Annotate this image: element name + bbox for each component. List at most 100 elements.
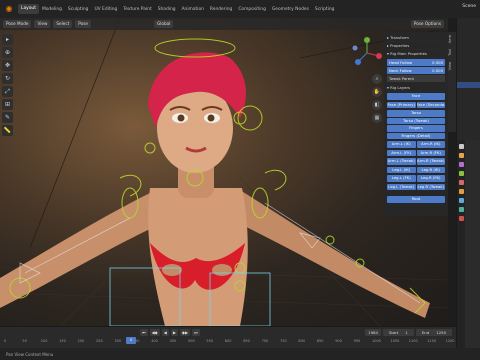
- play-icon[interactable]: ▶: [170, 329, 178, 336]
- tool-properties-icon[interactable]: [458, 144, 464, 149]
- sidebar-tabs: Item Tool View: [448, 32, 456, 132]
- tab-scripting[interactable]: Scripting: [312, 7, 338, 12]
- rig-main-properties-section[interactable]: ▾ Rig Main Properties: [387, 50, 445, 58]
- tab-layout[interactable]: Layout: [18, 4, 39, 14]
- tab-sculpting[interactable]: Sculpting: [65, 7, 92, 12]
- rig-layer-button[interactable]: Leg.L (FK): [387, 175, 416, 182]
- pan-icon[interactable]: ✋: [372, 87, 382, 97]
- pose-menu[interactable]: Pose: [75, 20, 91, 28]
- select-tool-icon[interactable]: ▸: [2, 34, 13, 45]
- timeline-ruler[interactable]: 0 50 100 150 200 250 300 350 400 450 500 550 600 650 7…: [0, 338, 456, 347]
- selected-outliner-row[interactable]: [457, 82, 480, 88]
- measure-tool-icon[interactable]: 📏: [2, 125, 13, 136]
- rig-layer-button[interactable]: Arm.R (IK): [416, 141, 445, 148]
- viewport-header: Pose Mode View Select Pose Global Pose O…: [0, 18, 448, 30]
- world-properties-icon[interactable]: [458, 180, 464, 185]
- zoom-icon[interactable]: ⌕: [372, 74, 382, 84]
- render-properties-icon[interactable]: [458, 153, 464, 158]
- object-properties-icon[interactable]: [458, 189, 464, 194]
- timeline-editor[interactable]: ⏮ ◀◆ ◀ ▶ ◆▶ ⏭ 1984 Start 1 End 1250 0 50 1…: [0, 326, 456, 348]
- rig-layer-button[interactable]: Root: [387, 196, 445, 203]
- rig-layer-button[interactable]: Leg.L (Tweak): [387, 183, 416, 190]
- tab-geometry-nodes[interactable]: Geometry Nodes: [269, 7, 312, 12]
- transform-tool-icon[interactable]: ⊞: [2, 99, 13, 110]
- rig-layer-button[interactable]: Arm.L (FK): [387, 149, 416, 156]
- navigation-gizmo[interactable]: [350, 36, 384, 70]
- prev-keyframe-icon[interactable]: ◀◆: [149, 329, 160, 336]
- ruler-tick: 50: [22, 339, 27, 343]
- next-keyframe-icon[interactable]: ◆▶: [179, 329, 191, 336]
- rig-layer-button[interactable]: Arm.R (Tweak): [416, 158, 445, 165]
- rig-layer-button[interactable]: Face: [387, 93, 445, 100]
- rig-prop-row[interactable]: Neck Follow 0.000: [387, 67, 445, 74]
- tab-rendering[interactable]: Rendering: [207, 7, 235, 12]
- scene-selector[interactable]: Scene: [462, 4, 476, 9]
- rig-layer-button[interactable]: Leg.R (IK): [416, 166, 445, 173]
- output-properties-icon[interactable]: [458, 162, 464, 167]
- rig-layer-button[interactable]: Face (Primary): [387, 101, 416, 108]
- rig-layer-row: Torso: [387, 110, 445, 117]
- mode-selector[interactable]: Pose Mode: [3, 20, 32, 28]
- tab-compositing[interactable]: Compositing: [235, 7, 269, 12]
- rig-layer-button[interactable]: Torso (Tweak): [387, 117, 445, 124]
- camera-icon[interactable]: ◧: [372, 100, 382, 110]
- viewport-nav-buttons: ⌕ ✋ ◧ ▦: [372, 74, 382, 123]
- pose-options-button[interactable]: Pose Options: [410, 20, 444, 28]
- select-menu[interactable]: Select: [53, 20, 73, 28]
- rig-prop-row[interactable]: Tweak Parent: [387, 75, 445, 82]
- rig-layer-button[interactable]: Arm.R (FK): [416, 149, 445, 156]
- orientation-selector[interactable]: Global: [154, 20, 174, 28]
- sidebar-tab-view[interactable]: View: [448, 59, 452, 73]
- rig-layer-button[interactable]: Face (Seconda...: [416, 101, 445, 108]
- rig-layer-button[interactable]: Leg.R (Tweak): [416, 183, 445, 190]
- outliner[interactable]: [456, 18, 480, 140]
- current-frame-field[interactable]: 1984: [365, 329, 381, 336]
- rig-prop-label: Tweak Parent: [389, 76, 415, 81]
- ruler-tick: 1050: [390, 339, 400, 343]
- jump-end-icon[interactable]: ⏭: [192, 329, 200, 336]
- rig-layer-button[interactable]: Fingers: [387, 125, 445, 132]
- tab-uv-editing[interactable]: UV Editing: [91, 7, 120, 12]
- blender-logo-icon[interactable]: ◉: [3, 3, 15, 15]
- transform-section[interactable]: ▸ Transform: [387, 34, 445, 42]
- tab-modeling[interactable]: Modeling: [39, 7, 65, 12]
- material-properties-icon[interactable]: [458, 216, 464, 221]
- start-frame-field[interactable]: Start 1: [382, 329, 414, 336]
- sidebar-panel: ▸ Transform ▸ Properties ▾ Rig Main Prop…: [384, 32, 448, 216]
- rig-layer-button[interactable]: Arm.L (Tweak): [387, 158, 416, 165]
- rig-prop-row[interactable]: Head Follow 0.500: [387, 59, 445, 66]
- jump-start-icon[interactable]: ⏮: [140, 329, 148, 336]
- rig-layer-button[interactable]: Fingers (Detail): [387, 132, 445, 139]
- modifier-properties-icon[interactable]: [458, 198, 464, 203]
- annotate-tool-icon[interactable]: ✎: [2, 112, 13, 123]
- cursor-tool-icon[interactable]: ⊕: [2, 47, 13, 58]
- rig-layers-section[interactable]: ▾ Rig Layers: [387, 84, 445, 92]
- ruler-tick: 1200: [445, 339, 455, 343]
- sidebar-tab-tool[interactable]: Tool: [448, 46, 452, 59]
- rig-layer-button[interactable]: Leg.L (IK): [387, 166, 416, 173]
- rig-prop-label: Head Follow: [389, 60, 413, 65]
- rig-layer-button[interactable]: Arm.L (IK): [387, 141, 416, 148]
- scale-tool-icon[interactable]: ⤢: [2, 86, 13, 97]
- ruler-tick: 400: [151, 339, 158, 343]
- play-reverse-icon[interactable]: ◀: [161, 329, 169, 336]
- rig-layer-row: Leg.L (IK) Leg.R (IK): [387, 166, 445, 175]
- ruler-tick: 450: [169, 339, 177, 343]
- ruler-tick: 1100: [408, 339, 418, 343]
- view-menu[interactable]: View: [34, 20, 51, 28]
- tab-animation[interactable]: Animation: [179, 7, 207, 12]
- sidebar-tab-item[interactable]: Item: [448, 32, 452, 46]
- tab-texture-paint[interactable]: Texture Paint: [120, 7, 154, 12]
- rig-layer-button[interactable]: Leg.R (FK): [416, 175, 445, 182]
- rig-layer-button[interactable]: Torso: [387, 110, 445, 117]
- playhead[interactable]: 0: [126, 337, 136, 344]
- properties-section[interactable]: ▸ Properties: [387, 42, 445, 50]
- end-frame-field[interactable]: End 1250: [415, 329, 452, 336]
- data-properties-icon[interactable]: [458, 207, 464, 212]
- grid-icon[interactable]: ▦: [372, 113, 382, 123]
- tab-shading[interactable]: Shading: [155, 7, 179, 12]
- move-tool-icon[interactable]: ✥: [2, 60, 13, 71]
- rotate-tool-icon[interactable]: ↻: [2, 73, 13, 84]
- scene-properties-icon[interactable]: [458, 171, 464, 176]
- properties-editor[interactable]: [456, 140, 480, 348]
